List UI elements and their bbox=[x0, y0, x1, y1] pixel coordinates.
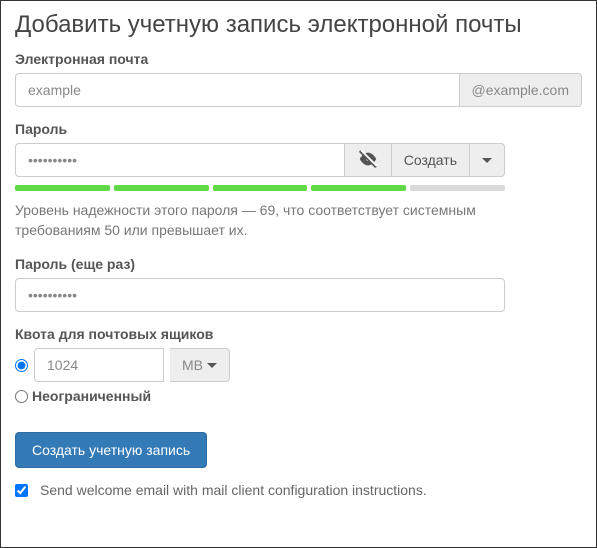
password-strength-bar bbox=[15, 185, 505, 191]
create-account-button[interactable]: Создать учетную запись bbox=[15, 432, 207, 468]
email-group: Электронная почта @example.com bbox=[15, 51, 582, 107]
strength-segment bbox=[15, 185, 110, 191]
password-group: Пароль Создать Уровень надежности это bbox=[15, 121, 582, 240]
toggle-password-visibility-button[interactable] bbox=[345, 143, 392, 177]
quota-label: Квота для почтовых ящиков bbox=[15, 326, 582, 342]
quota-unlimited-label: Неограниченный bbox=[32, 388, 151, 404]
strength-segment bbox=[311, 185, 406, 191]
generate-password-button[interactable]: Создать bbox=[392, 143, 470, 177]
password-strength-hint: Уровень надежности этого пароля — 69, чт… bbox=[15, 201, 495, 240]
eye-off-icon bbox=[357, 148, 379, 173]
chevron-down-icon bbox=[482, 158, 492, 163]
email-domain-text: @example.com bbox=[472, 82, 569, 98]
welcome-email-label: Send welcome email with mail client conf… bbox=[40, 482, 427, 498]
welcome-email-checkbox[interactable] bbox=[15, 484, 28, 497]
welcome-email-row: Send welcome email with mail client conf… bbox=[15, 482, 582, 498]
password-label: Пароль bbox=[15, 121, 582, 137]
quota-fixed-radio[interactable] bbox=[15, 359, 28, 372]
chevron-down-icon bbox=[207, 363, 217, 368]
quota-unit-dropdown[interactable]: MB bbox=[170, 348, 230, 382]
password2-group: Пароль (еще раз) bbox=[15, 256, 582, 312]
strength-segment bbox=[410, 185, 505, 191]
quota-unlimited-radio[interactable] bbox=[15, 390, 28, 403]
generate-password-dropdown-button[interactable] bbox=[470, 143, 505, 177]
email-label: Электронная почта bbox=[15, 51, 582, 67]
password-input[interactable] bbox=[15, 143, 345, 177]
quota-value-input[interactable] bbox=[34, 348, 164, 382]
email-input[interactable] bbox=[15, 73, 460, 107]
email-domain-addon: @example.com bbox=[460, 73, 582, 107]
page-title: Добавить учетную запись электронной почт… bbox=[15, 11, 582, 39]
quota-unit-label: MB bbox=[182, 349, 203, 381]
quota-group: Квота для почтовых ящиков MB Неограничен… bbox=[15, 326, 582, 404]
strength-segment bbox=[213, 185, 308, 191]
password2-input[interactable] bbox=[15, 278, 505, 312]
generate-password-label: Создать bbox=[404, 152, 457, 168]
password2-label: Пароль (еще раз) bbox=[15, 256, 582, 272]
strength-segment bbox=[114, 185, 209, 191]
create-account-label: Создать учетную запись bbox=[32, 442, 190, 458]
